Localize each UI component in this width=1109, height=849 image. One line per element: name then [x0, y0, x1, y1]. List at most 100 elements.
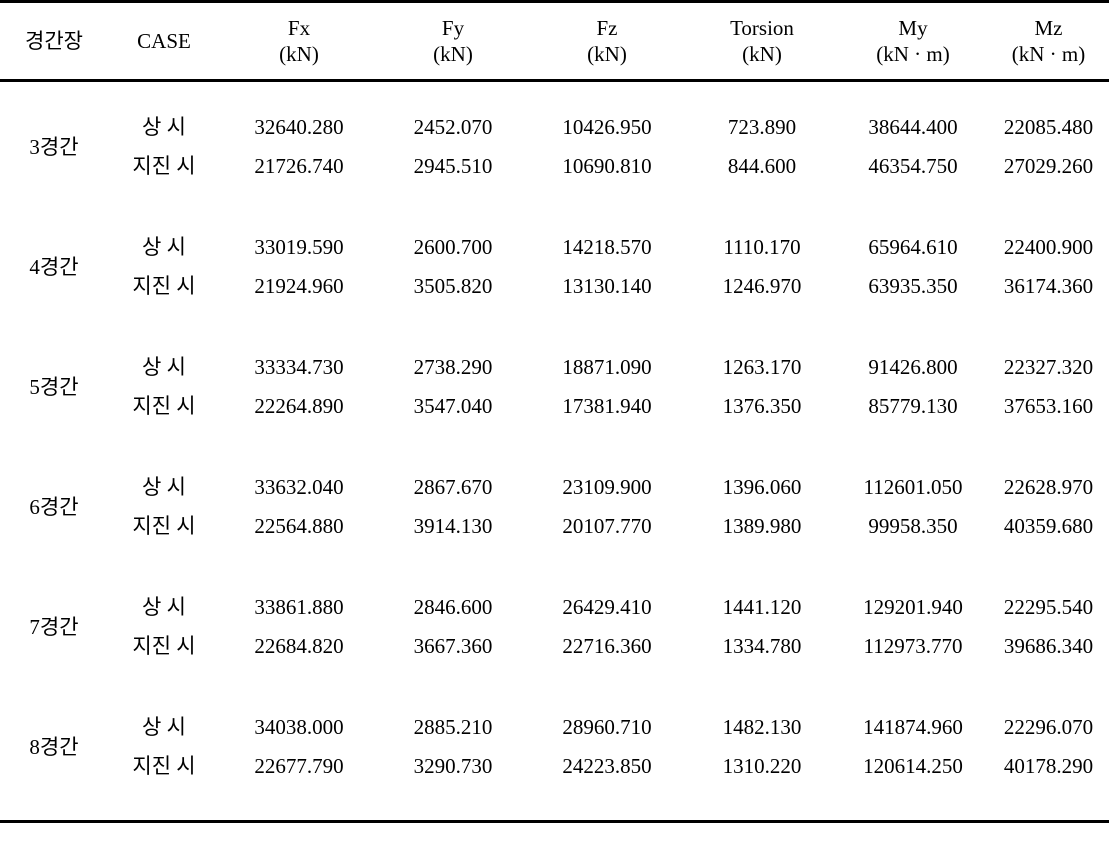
cell-torsion: 1334.780 — [722, 634, 802, 659]
table-row: 지진 시 22684.820 3667.360 22716.360 1334.780 11… — [0, 627, 1109, 666]
column-header-fy: Fy (kN) — [378, 8, 528, 83]
table-row: 6경간 상 시 33632.040 2867.670 23109.900 1396.060… — [0, 468, 1109, 518]
cell-torsion: 1263.170 — [722, 355, 802, 380]
cell-mz: 40178.290 — [1003, 754, 1094, 779]
cell-fz: 10426.950 — [562, 115, 652, 140]
case-label: 지진 시 — [132, 754, 196, 779]
cell-fz: 17381.940 — [562, 394, 652, 419]
cell-fz: 13130.140 — [562, 274, 652, 299]
column-header-fy-label: Fy — [441, 16, 465, 40]
table-header: 경간장 CASE Fx (kN) Fy (kN) Fz (kN) Torsion… — [0, 0, 1109, 83]
cell-fx: 22684.820 — [254, 634, 344, 659]
cell-mz: 22400.900 — [1003, 235, 1094, 260]
case-label: 상 시 — [142, 235, 186, 260]
cell-my: 38644.400 — [868, 115, 958, 140]
cell-torsion: 1376.350 — [722, 394, 802, 419]
case-label: 상 시 — [142, 475, 186, 500]
cell-mz: 22327.320 — [1003, 355, 1094, 380]
cell-fy: 2738.290 — [413, 355, 493, 380]
cell-torsion: 1482.130 — [722, 715, 802, 740]
group-spacer — [0, 81, 1109, 109]
column-header-my: My (kN · m) — [838, 8, 988, 83]
cell-fy: 3505.820 — [413, 274, 493, 299]
cell-my: 65964.610 — [868, 235, 958, 260]
cell-mz: 22295.540 — [1003, 595, 1094, 620]
cell-mz: 36174.360 — [1003, 274, 1094, 299]
span-group-label: 3경간 — [29, 134, 79, 159]
cell-torsion: 1246.970 — [722, 274, 802, 299]
cell-torsion: 1389.980 — [722, 514, 802, 539]
case-label: 지진 시 — [132, 154, 196, 179]
table-row: 지진 시 22264.890 3547.040 17381.940 1376.350 85… — [0, 387, 1109, 426]
column-header-torsion: Torsion (kN) — [686, 8, 838, 83]
cell-torsion: 1396.060 — [722, 475, 802, 500]
header-row: 경간장 CASE Fx (kN) Fy (kN) Fz (kN) Torsion… — [0, 8, 1109, 83]
column-header-case: CASE — [108, 8, 220, 83]
cell-mz: 39686.340 — [1003, 634, 1094, 659]
cell-fy: 3547.040 — [413, 394, 493, 419]
column-header-fx: Fx (kN) — [220, 8, 378, 83]
group-spacer — [0, 306, 1109, 348]
cell-mz: 40359.680 — [1003, 514, 1094, 539]
group-spacer — [0, 186, 1109, 228]
span-group-label: 5경간 — [29, 374, 79, 399]
case-label: 상 시 — [142, 715, 186, 740]
cell-my: 129201.940 — [863, 595, 963, 620]
column-header-fz: Fz (kN) — [528, 8, 686, 83]
column-header-mz-label: Mz — [1034, 16, 1063, 40]
table-row: 4경간 상 시 33019.590 2600.700 14218.570 1110.170… — [0, 228, 1109, 278]
cell-my: 112973.770 — [863, 634, 963, 659]
column-header-fx-unit: (kN) — [279, 41, 319, 66]
bottom-rule-line — [0, 820, 1109, 827]
table-row: 지진 시 21924.960 3505.820 13130.140 1246.970 63… — [0, 267, 1109, 306]
structural-forces-table: 경간장 CASE Fx (kN) Fy (kN) Fz (kN) Torsion… — [0, 0, 1109, 827]
cell-fx: 33861.880 — [254, 595, 344, 620]
cell-fx: 33334.730 — [254, 355, 344, 380]
group-spacer — [0, 426, 1109, 468]
cell-fy: 3290.730 — [413, 754, 493, 779]
cell-mz: 22628.970 — [1003, 475, 1094, 500]
cell-fz: 26429.410 — [562, 595, 652, 620]
cell-mz: 22085.480 — [1003, 115, 1094, 140]
cell-my: 91426.800 — [868, 355, 958, 380]
cell-fx: 22677.790 — [254, 754, 344, 779]
cell-fy: 2600.700 — [413, 235, 493, 260]
cell-fx: 33632.040 — [254, 475, 344, 500]
table-footer — [0, 786, 1109, 827]
cell-mz: 22296.070 — [1003, 715, 1094, 740]
span-group-label: 7경간 — [29, 614, 79, 639]
cell-fx: 34038.000 — [254, 715, 344, 740]
column-header-span-label: 경간장 — [25, 28, 83, 53]
case-label: 지진 시 — [132, 394, 196, 419]
cell-torsion: 844.600 — [727, 154, 797, 179]
table-row: 5경간 상 시 33334.730 2738.290 18871.090 1263.170… — [0, 348, 1109, 398]
cell-fz: 24223.850 — [562, 754, 652, 779]
cell-fy: 2867.670 — [413, 475, 493, 500]
span-group-label: 8경간 — [29, 734, 79, 759]
bottom-rule — [0, 820, 1109, 827]
cell-fz: 10690.810 — [562, 154, 652, 179]
column-header-fz-unit: (kN) — [587, 41, 627, 66]
cell-my: 120614.250 — [863, 754, 963, 779]
cell-fx: 21924.960 — [254, 274, 344, 299]
cell-fx: 21726.740 — [254, 154, 344, 179]
cell-fy: 2846.600 — [413, 595, 493, 620]
cell-fx: 22264.890 — [254, 394, 344, 419]
cell-fz: 14218.570 — [562, 235, 652, 260]
table-row: 지진 시 22564.880 3914.130 20107.770 1389.980 99… — [0, 507, 1109, 546]
table-row: 지진 시 22677.790 3290.730 24223.850 1310.220 12… — [0, 747, 1109, 786]
column-header-torsion-label: Torsion — [730, 16, 794, 40]
column-header-my-label: My — [898, 16, 928, 40]
column-header-span: 경간장 — [0, 8, 108, 83]
column-header-fy-unit: (kN) — [433, 41, 473, 66]
cell-fz: 22716.360 — [562, 634, 652, 659]
cell-my: 63935.350 — [868, 274, 958, 299]
cell-my: 46354.750 — [868, 154, 958, 179]
cell-fy: 2885.210 — [413, 715, 493, 740]
group-spacer — [0, 546, 1109, 588]
table-sheet: 경간장 CASE Fx (kN) Fy (kN) Fz (kN) Torsion… — [0, 0, 1109, 849]
case-label: 지진 시 — [132, 274, 196, 299]
column-header-fx-label: Fx — [287, 16, 311, 40]
cell-fx: 33019.590 — [254, 235, 344, 260]
cell-fz: 18871.090 — [562, 355, 652, 380]
